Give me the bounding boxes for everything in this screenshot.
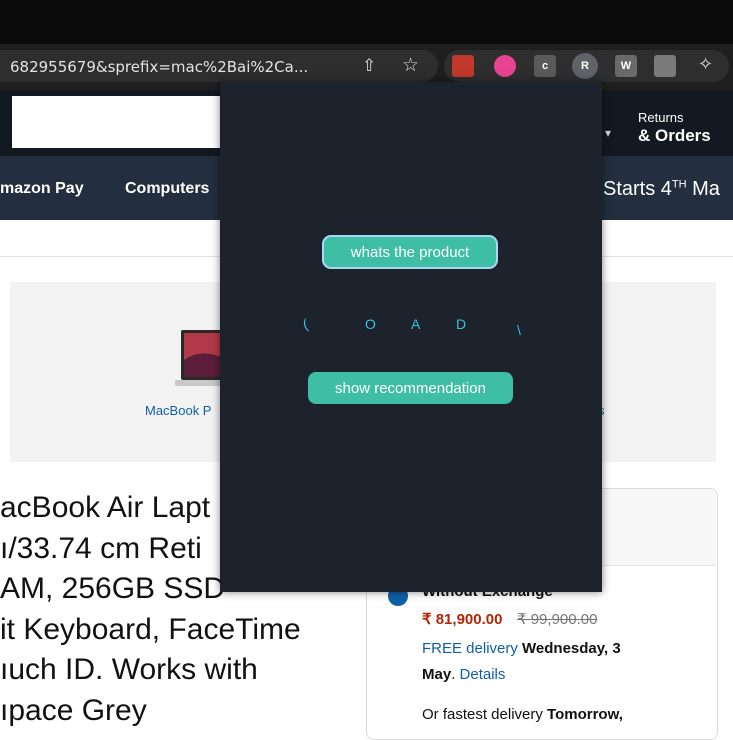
c-ext-icon[interactable]: c xyxy=(534,55,556,77)
fastest-prefix: Or fastest delivery xyxy=(422,706,543,723)
fastest-delivery: Or fastest delivery Tomorrow, xyxy=(422,706,623,723)
nav-item-amazon-pay[interactable]: mazon Pay xyxy=(0,180,84,198)
promo-suffix: Ma xyxy=(686,178,720,200)
tab-strip xyxy=(0,0,733,44)
color-wheel-ext-icon[interactable] xyxy=(494,55,516,77)
delivery-line-2: May. Details xyxy=(422,666,506,683)
delivery-month: May xyxy=(422,666,452,683)
caret-down-icon[interactable]: ▾ xyxy=(605,126,611,140)
url-text[interactable]: 682955679&sprefix=mac%2Bai%2Ca... xyxy=(10,58,308,76)
title-line: it Keyboard, FaceTime xyxy=(0,612,301,646)
loading-char: A xyxy=(411,316,421,332)
whats-the-product-button[interactable]: whats the product xyxy=(322,235,498,269)
price: ₹ 81,900.00 xyxy=(422,611,503,628)
title-line: ıuch ID. Works with xyxy=(0,653,258,686)
promo-banner[interactable]: Starts 4TH Ma xyxy=(603,178,720,201)
free-delivery-link[interactable]: FREE delivery xyxy=(422,640,518,657)
puzzle-extensions-icon[interactable]: ✧ xyxy=(698,54,713,75)
delivery-line: FREE delivery Wednesday, 3 xyxy=(422,640,621,657)
title-line: ıpace Grey xyxy=(0,693,147,727)
r-profile-icon[interactable]: R xyxy=(572,53,598,79)
promo-sup: TH xyxy=(671,178,687,191)
macbook-tile-label[interactable]: MacBook P xyxy=(145,403,211,418)
mrp-price: ₹ 99,900.00 xyxy=(517,611,598,628)
delivery-date: Wednesday, 3 xyxy=(522,640,621,657)
loading-char: \ xyxy=(517,322,521,338)
chart-ext-icon[interactable] xyxy=(452,55,474,77)
bookmark-star-icon[interactable]: ☆ xyxy=(402,54,419,77)
search-input[interactable] xyxy=(12,96,227,148)
share-icon[interactable]: ⇧ xyxy=(362,56,376,76)
show-recommendation-button[interactable]: show recommendation xyxy=(308,372,513,404)
book-ext-icon[interactable] xyxy=(654,55,676,77)
nav-item-computers[interactable]: Computers xyxy=(125,180,209,198)
extension-popup xyxy=(220,82,602,592)
fastest-day: Tomorrow, xyxy=(547,706,623,723)
details-link[interactable]: Details xyxy=(460,666,506,683)
loading-char: D xyxy=(456,316,467,332)
returns-label[interactable]: Returns xyxy=(638,110,684,125)
promo-prefix: Starts 4 xyxy=(603,178,672,200)
loading-char: O xyxy=(365,316,376,332)
w-ext-icon[interactable]: W xyxy=(615,55,637,77)
orders-label[interactable]: & Orders xyxy=(638,126,711,146)
